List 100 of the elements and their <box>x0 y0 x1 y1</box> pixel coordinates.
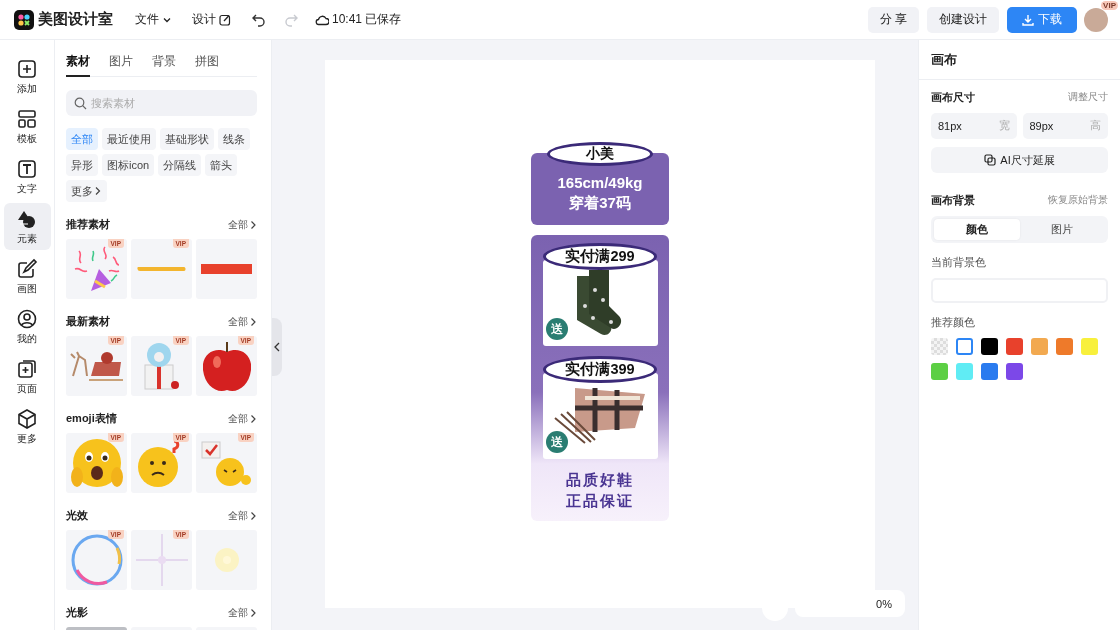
download-button[interactable]: 下载 <box>1007 6 1077 33</box>
chevron-right-icon <box>250 413 257 424</box>
category-chip[interactable]: 最近使用 <box>102 128 156 150</box>
size-field[interactable]: 81px 宽 <box>931 113 1017 139</box>
bubble-drawing <box>70 534 123 586</box>
section-label: 画布尺寸 <box>931 90 975 105</box>
reset-background-link[interactable]: 恢复原始背景 <box>1048 194 1108 207</box>
bar-drawing <box>201 264 252 274</box>
view-all-link[interactable]: 全部 <box>228 217 257 232</box>
category-chip[interactable]: 基础形状 <box>160 128 214 150</box>
sidebar-item[interactable]: 我的 <box>3 303 51 350</box>
sidebar-item[interactable]: 元素 <box>3 203 51 250</box>
layout-icon <box>16 107 38 130</box>
sidebar-item[interactable]: 画图 <box>3 253 51 300</box>
field-label: 推荐颜色 <box>931 316 976 330</box>
field-label: 当前背景色 <box>931 256 987 270</box>
design-menu[interactable]: 设计 <box>192 11 231 28</box>
section-title: 光影 <box>66 605 88 620</box>
sidebar-item[interactable]: 更多 <box>3 403 51 450</box>
resize-link[interactable]: 调整尺寸 <box>1068 91 1108 104</box>
threshold-tag: 实付满299 <box>543 243 657 270</box>
user-icon <box>16 307 38 330</box>
sidebar-item[interactable]: 页面 <box>3 353 51 400</box>
category-chip[interactable]: 分隔线 <box>158 154 202 176</box>
gift-badge: 送 <box>545 431 568 453</box>
collapse-handle[interactable] <box>272 318 282 376</box>
color-swatch[interactable] <box>981 363 998 380</box>
panel-tab[interactable]: 背景 <box>152 51 176 77</box>
color-swatch[interactable] <box>1006 338 1023 355</box>
zoom-control[interactable]: 0% <box>795 590 905 617</box>
color-swatch[interactable] <box>1056 338 1073 355</box>
download-icon <box>1022 13 1034 26</box>
color-swatch[interactable] <box>981 338 998 355</box>
sidebar-item[interactable]: 模板 <box>3 103 51 150</box>
field-value: 81px <box>938 120 962 132</box>
view-all-link[interactable]: 全部 <box>228 314 257 329</box>
category-chip[interactable]: 线条 <box>218 128 250 150</box>
segment-tab[interactable]: 颜色 <box>934 219 1020 240</box>
scared-emoji-drawing <box>69 439 124 487</box>
brush-stroke-drawing <box>137 266 186 272</box>
glow-drawing <box>214 548 239 572</box>
name-tag: 小美 <box>547 142 653 166</box>
section-title: emoji表情 <box>66 411 117 426</box>
category-chip[interactable]: 图标icon <box>102 154 155 176</box>
search-field[interactable]: 搜索素材 <box>66 90 257 116</box>
threshold-tag: 实付满399 <box>543 356 657 383</box>
color-swatch[interactable] <box>931 363 948 380</box>
asset-tile[interactable] <box>196 530 257 590</box>
view-all-link[interactable]: 全部 <box>228 411 257 426</box>
field-unit: 高 <box>1090 119 1101 133</box>
size-info: 穿着37码 <box>569 193 631 213</box>
category-chip[interactable]: 异形 <box>66 154 98 176</box>
panel-tab[interactable]: 图片 <box>109 51 133 77</box>
chevron-left-icon <box>274 342 280 352</box>
view-all-link[interactable]: 全部 <box>228 508 257 523</box>
category-chip[interactable]: 更多 <box>66 180 107 202</box>
panel-tab[interactable]: 素材 <box>66 51 90 77</box>
save-status: 10:41 已保存 <box>332 11 402 28</box>
category-chip[interactable]: 箭头 <box>205 154 238 176</box>
vip-badge: VIP <box>1101 0 1118 10</box>
transparent-swatch[interactable] <box>931 338 948 355</box>
app-name: 美图设计室 <box>38 10 113 29</box>
avatar[interactable] <box>1084 7 1108 32</box>
color-swatch[interactable] <box>956 338 973 355</box>
socks-drawing <box>577 270 623 336</box>
action-button[interactable]: 分 享 <box>867 6 919 33</box>
size-field[interactable]: 89px 高 <box>1022 113 1108 139</box>
asset-tile[interactable] <box>196 239 257 299</box>
cloud-icon <box>315 13 329 26</box>
color-swatch[interactable] <box>1081 338 1098 355</box>
search-icon <box>74 97 87 110</box>
size-info: 165cm/49kg <box>557 173 643 193</box>
field-value: 89px <box>1029 120 1054 132</box>
panel-tab[interactable]: 拼图 <box>195 51 219 77</box>
gift-badge: 送 <box>545 318 568 340</box>
action-button[interactable]: 创建设计 <box>927 6 999 33</box>
pencil-icon <box>16 257 38 280</box>
add-icon <box>16 57 38 80</box>
chevron-right-icon <box>250 219 257 230</box>
slogan-text: 品质好鞋 <box>566 470 634 490</box>
sidebar-item[interactable]: 文字 <box>3 153 51 200</box>
color-swatch[interactable] <box>956 363 973 380</box>
sidebar-item[interactable]: 添加 <box>3 53 51 100</box>
panel-title: 画布 <box>919 40 1120 80</box>
cube-icon <box>16 407 38 430</box>
emoji-sign-drawing <box>201 440 252 486</box>
section-title: 推荐素材 <box>66 217 110 232</box>
view-all-link[interactable]: 全部 <box>228 605 257 620</box>
chevron-right-icon <box>94 186 102 196</box>
color-swatch[interactable] <box>1031 338 1048 355</box>
chevron-right-icon <box>250 316 257 327</box>
ai-extend-button[interactable]: AI尺寸延展 <box>931 147 1108 173</box>
edit-icon <box>219 13 231 26</box>
segment-tab[interactable]: 图片 <box>1019 219 1105 240</box>
file-menu[interactable]: 文件 <box>135 11 172 28</box>
text-icon <box>16 157 38 180</box>
sleigh-drawing <box>69 350 124 382</box>
gift-box-drawing <box>143 341 180 391</box>
field-unit: 宽 <box>998 119 1010 133</box>
color-swatch[interactable] <box>1006 363 1023 380</box>
